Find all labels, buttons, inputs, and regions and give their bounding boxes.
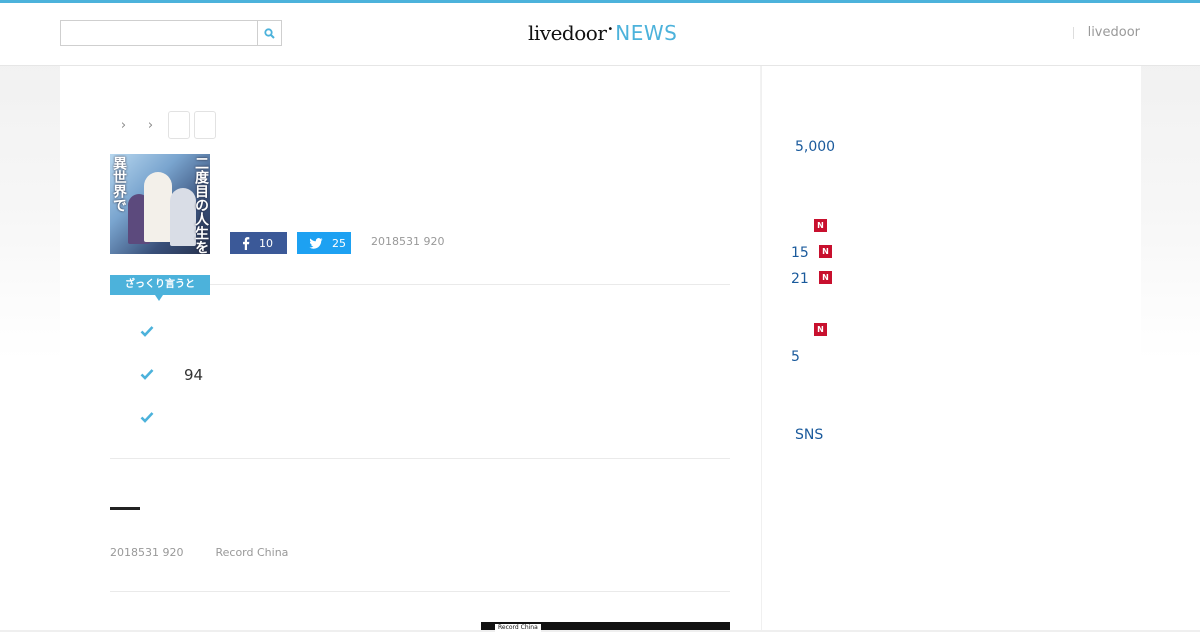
twitter-share-button[interactable]: 25 bbox=[297, 232, 351, 254]
livedoor-link[interactable]: livedoor bbox=[1088, 25, 1140, 40]
breadcrumb-item[interactable] bbox=[168, 111, 190, 139]
header-divider bbox=[1072, 26, 1074, 39]
search-box bbox=[60, 20, 282, 46]
breadcrumb-separator: › bbox=[120, 117, 127, 133]
new-badge: N bbox=[819, 271, 832, 284]
check-icon bbox=[140, 412, 154, 423]
twitter-icon bbox=[309, 237, 323, 249]
site-logo[interactable]: livedoor • NEWS bbox=[528, 21, 677, 51]
thumbnail-text: 異世界で bbox=[111, 156, 127, 212]
logo-brand: livedoor bbox=[528, 21, 607, 45]
divider bbox=[110, 458, 730, 459]
breadcrumb-separator: › bbox=[147, 117, 154, 133]
search-button[interactable] bbox=[257, 21, 281, 45]
divider bbox=[110, 591, 730, 592]
sidebar-link[interactable]: 21 bbox=[791, 271, 809, 287]
site-header: livedoor • NEWS livedoor bbox=[0, 3, 1200, 66]
new-badge: N bbox=[819, 245, 832, 258]
sidebar-heading-sns: SNS bbox=[795, 427, 824, 443]
summary-point: 94 bbox=[184, 366, 204, 384]
search-icon bbox=[264, 27, 275, 39]
header-right: livedoor bbox=[1072, 25, 1140, 40]
thumbnail-text: 二度目の人生を bbox=[193, 156, 209, 254]
check-icon bbox=[140, 326, 154, 337]
article-thumbnail[interactable]: 異世界で 二度目の人生を bbox=[110, 154, 210, 254]
thumbnail-figure bbox=[144, 172, 172, 242]
sidebar-link[interactable]: 5 bbox=[791, 349, 800, 365]
publish-date: 2018531 920 bbox=[371, 235, 445, 248]
facebook-share-button[interactable]: 10 bbox=[230, 232, 287, 254]
article-date: 2018531 920 bbox=[110, 546, 184, 559]
image-source-label: Record China bbox=[495, 624, 541, 632]
sidebar: 5,000 N 15 N 21 N N 5 SNS bbox=[761, 66, 1141, 630]
article-title-marker bbox=[110, 507, 140, 510]
main-content: › › 異世界で 二度目の人生を 10 25 2018531 920 ざっくり言… bbox=[60, 66, 760, 632]
breadcrumb-item[interactable] bbox=[194, 111, 216, 139]
check-icon bbox=[140, 369, 154, 380]
logo-dot: • bbox=[607, 24, 614, 35]
article-image: Record China bbox=[481, 622, 730, 632]
article-source[interactable]: Record China bbox=[215, 546, 288, 559]
new-badge: N bbox=[814, 323, 827, 336]
sidebar-link[interactable]: 15 bbox=[791, 245, 809, 261]
facebook-count: 10 bbox=[259, 236, 273, 250]
twitter-count: 25 bbox=[332, 236, 346, 250]
logo-product: NEWS bbox=[615, 21, 678, 45]
article-meta: 2018531 920 Record China bbox=[110, 546, 288, 559]
new-badge: N bbox=[814, 219, 827, 232]
summary-label: ざっくり言うと bbox=[110, 275, 210, 301]
sidebar-link[interactable]: 5,000 bbox=[795, 139, 835, 155]
search-input[interactable] bbox=[61, 21, 261, 43]
breadcrumb: › › bbox=[110, 111, 216, 139]
facebook-icon bbox=[243, 236, 250, 250]
